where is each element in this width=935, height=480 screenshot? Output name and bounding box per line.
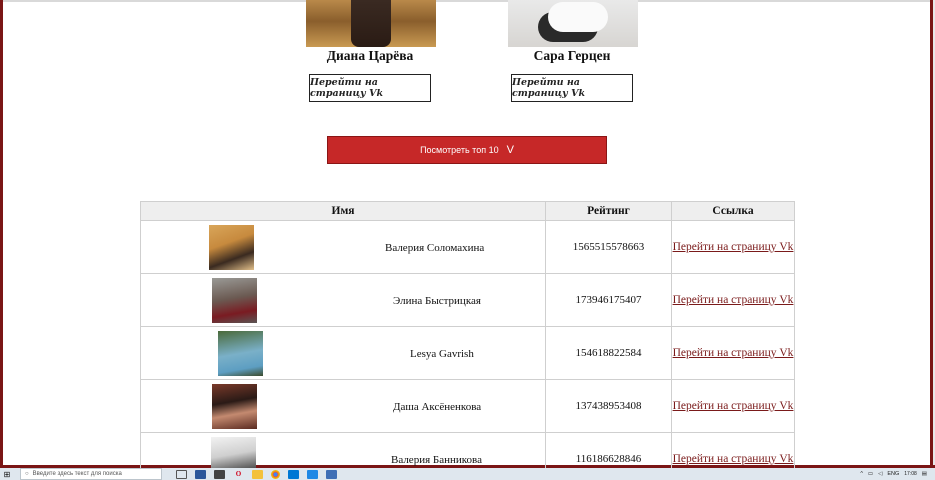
header-name: Имя — [140, 201, 546, 221]
taskbar-search-input[interactable]: ○ Введите здесь текст для поиска — [20, 468, 162, 480]
vk-link[interactable]: Перейти на страницу Vk — [673, 241, 794, 253]
word-icon[interactable] — [195, 469, 206, 479]
table-header-row: Имя Рейтинг Ссылка — [140, 201, 795, 221]
table-row: Даша Аксёненкова 137438953408 Перейти на… — [140, 379, 795, 433]
app-icon[interactable] — [326, 469, 337, 479]
person-name: Элина Быстрицкая — [393, 294, 481, 307]
profile-photo-diana — [306, 0, 436, 47]
start-icon[interactable]: ⊞ — [0, 468, 14, 480]
rating-cell: 137438953408 — [545, 379, 672, 433]
name-cell: Элина Быстрицкая — [140, 273, 546, 327]
name-cell: Валерия Соломахина — [140, 220, 546, 274]
avatar — [218, 331, 263, 376]
search-icon: ○ — [25, 471, 29, 477]
vk-link[interactable]: Перейти на страницу Vk — [673, 453, 794, 465]
chevron-up-icon[interactable]: ^ — [860, 471, 863, 477]
network-icon[interactable]: ▭ — [868, 471, 873, 477]
task-view-icon[interactable] — [176, 469, 187, 479]
rating-cell: 1565515578663 — [545, 220, 672, 274]
link-cell: Перейти на страницу Vk — [671, 379, 795, 433]
header-rating: Рейтинг — [545, 201, 672, 221]
notifications-icon[interactable]: ▤ — [922, 471, 927, 477]
rating-cell: 154618822584 — [545, 326, 672, 380]
profile-photo-sara — [508, 0, 638, 47]
person-name: Валерия Соломахина — [385, 241, 485, 254]
table-row: Валерия Соломахина 1565515578663 Перейти… — [140, 220, 795, 274]
clock[interactable]: 17:08 — [904, 471, 917, 477]
chrome-icon[interactable] — [271, 469, 280, 479]
explorer-icon[interactable] — [252, 469, 263, 479]
show-top-10-label: Посмотреть топ 10 — [420, 145, 499, 155]
avatar — [212, 278, 257, 323]
vk-link[interactable]: Перейти на страницу Vk — [673, 294, 794, 306]
vk-link[interactable]: Перейти на страницу Vk — [673, 347, 794, 359]
name-cell: Lesya Gavrish — [140, 326, 546, 380]
vk-page-button[interactable]: Перейти на страницу Vk — [511, 74, 633, 102]
opera-icon[interactable]: O — [233, 470, 244, 479]
chevron-down-icon: V — [506, 144, 514, 156]
rating-cell: 173946175407 — [545, 273, 672, 327]
vk-page-button[interactable]: Перейти на страницу Vk — [309, 74, 431, 102]
page-frame-left — [0, 0, 3, 468]
avatar — [209, 225, 254, 270]
link-cell: Перейти на страницу Vk — [671, 273, 795, 327]
avatar — [212, 384, 257, 429]
show-top-10-button[interactable]: Посмотреть топ 10 V — [327, 136, 607, 164]
person-name: Даша Аксёненкова — [393, 400, 482, 413]
profile-name: Сара Герцен — [533, 48, 611, 63]
profile-name: Диана Царёва — [326, 48, 414, 63]
language-indicator[interactable]: ENG — [887, 471, 899, 477]
name-cell: Даша Аксёненкова — [140, 379, 546, 433]
header-link: Ссылка — [671, 201, 795, 221]
vscode-icon[interactable] — [288, 469, 299, 479]
rating-table: Имя Рейтинг Ссылка Валерия Соломахина 15… — [140, 201, 795, 480]
system-tray: ^ ▭ ◁ ENG 17:08 ▤ — [860, 468, 927, 480]
app-icon[interactable] — [307, 469, 318, 479]
mail-icon[interactable] — [214, 469, 225, 479]
person-name: Lesya Gavrish — [410, 347, 474, 360]
browser-top-edge — [0, 0, 935, 2]
taskbar: ⊞ ○ Введите здесь текст для поиска O ^ ▭… — [0, 468, 935, 480]
table-row: Lesya Gavrish 154618822584 Перейти на ст… — [140, 326, 795, 380]
volume-icon[interactable]: ◁ — [878, 471, 882, 477]
vk-link[interactable]: Перейти на страницу Vk — [673, 400, 794, 412]
link-cell: Перейти на страницу Vk — [671, 326, 795, 380]
link-cell: Перейти на страницу Vk — [671, 220, 795, 274]
search-placeholder: Введите здесь текст для поиска — [32, 471, 122, 477]
table-row: Элина Быстрицкая 173946175407 Перейти на… — [140, 273, 795, 327]
